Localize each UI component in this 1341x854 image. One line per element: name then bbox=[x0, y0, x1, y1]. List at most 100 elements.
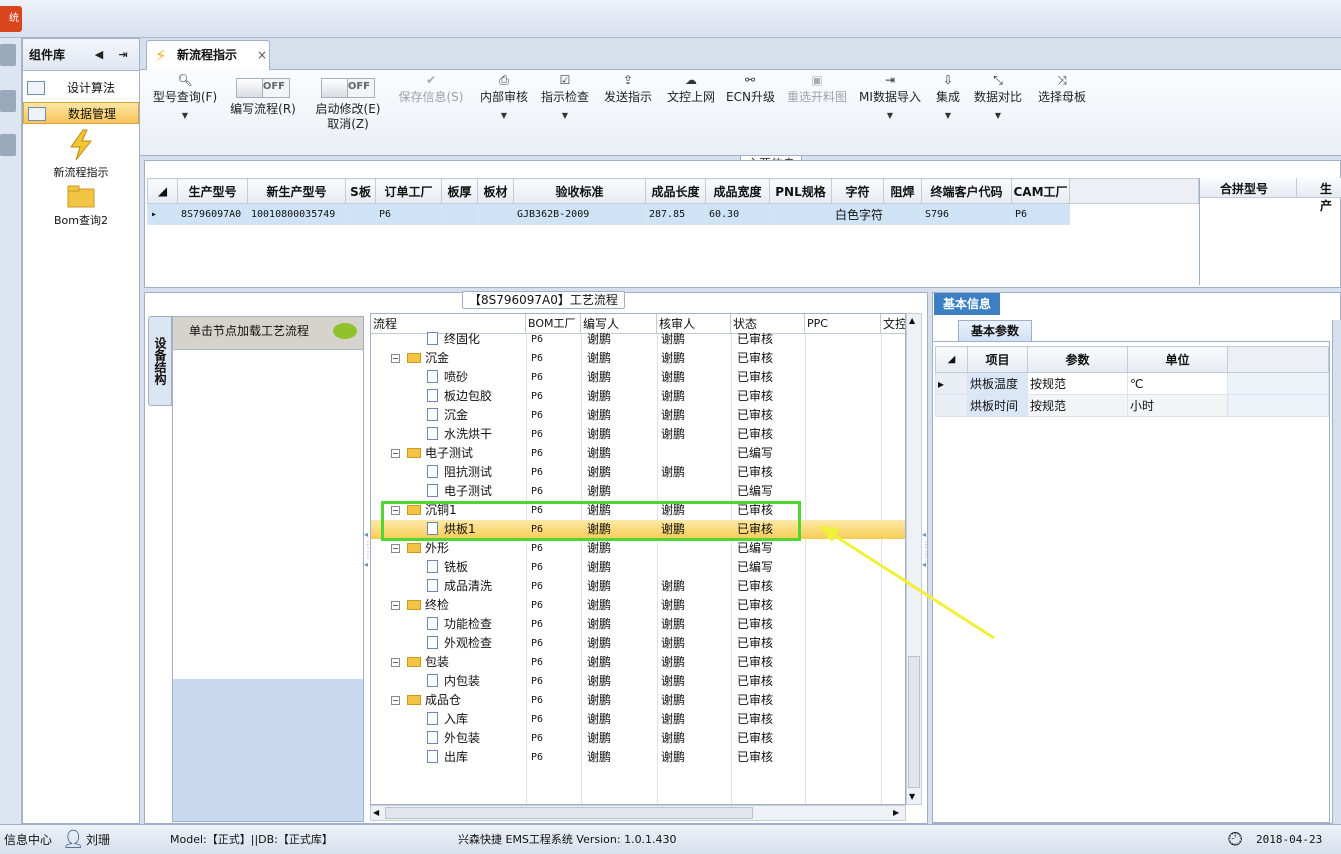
tree-row[interactable]: 内包装 P6 谢鹏 谢鹏 已审核 bbox=[371, 672, 905, 691]
main-info-table[interactable]: ◢ 生产型号 新生产型号 S板 订单工厂 板厚 板材 验收标准 成品长度 成品宽… bbox=[147, 178, 1199, 225]
tree-node[interactable]: 沉金 bbox=[427, 406, 468, 425]
edit-flow-toggle[interactable]: OFF 编写流程(R) bbox=[226, 70, 300, 117]
menu-item-data-management[interactable]: 数据管理 bbox=[23, 102, 139, 124]
column-header[interactable]: 合拼型号 bbox=[1220, 180, 1268, 197]
integrate-button[interactable]: ⇩ 集成 ▼ bbox=[932, 70, 964, 120]
type-query-button[interactable]: 🔍︎ 型号查询(F) ▼ bbox=[148, 70, 222, 120]
column-header[interactable]: 阻焊 bbox=[883, 178, 922, 204]
cell[interactable]: P6 bbox=[375, 203, 442, 225]
column-header[interactable]: 板材 bbox=[477, 178, 514, 204]
cell[interactable]: 小时 bbox=[1127, 394, 1228, 417]
cell[interactable]: S796 bbox=[921, 203, 1012, 225]
scroll-up-icon[interactable]: ▲ bbox=[909, 316, 915, 325]
scroll-thumb[interactable] bbox=[385, 807, 753, 819]
send-button[interactable]: ⇪ 发送指示 bbox=[602, 70, 654, 105]
cell[interactable]: P6 bbox=[1011, 203, 1070, 225]
cell[interactable]: 按规范 bbox=[1027, 372, 1128, 395]
column-header[interactable]: 成品长度 bbox=[645, 178, 706, 204]
tree-folder-row[interactable]: − 包装 P6 谢鹏 谢鹏 已审核 bbox=[371, 653, 905, 672]
cell[interactable]: GJB362B-2009 bbox=[513, 203, 646, 225]
shortcut-bom-query[interactable]: Bom查询2 bbox=[31, 185, 131, 228]
device-list[interactable] bbox=[173, 349, 363, 679]
tree-row[interactable]: 喷砂 P6 谢鹏 谢鹏 已审核 bbox=[371, 368, 905, 387]
tree-node[interactable]: 阻抗测试 bbox=[427, 463, 492, 482]
tree-row[interactable]: 出库 P6 谢鹏 谢鹏 已审核 bbox=[371, 748, 905, 767]
tree-row[interactable]: 入库 P6 谢鹏 谢鹏 已审核 bbox=[371, 710, 905, 729]
table-row[interactable]: 烘板时间 按规范 小时 bbox=[935, 394, 1329, 417]
tree-row[interactable]: 阻抗测试 P6 谢鹏 谢鹏 已审核 bbox=[371, 463, 905, 482]
tree-folder-row[interactable]: − 成品仓 P6 谢鹏 谢鹏 已审核 bbox=[371, 691, 905, 710]
tree-node[interactable]: 水洗烘干 bbox=[427, 425, 492, 444]
app-menu-button[interactable]: 统 bbox=[0, 6, 22, 32]
toggle-switch[interactable]: OFF bbox=[321, 78, 375, 98]
column-header[interactable]: 生产型号 bbox=[177, 178, 248, 204]
tree-node[interactable]: 板边包胶 bbox=[427, 387, 492, 406]
shortcut-new-flow[interactable]: 新流程指示 bbox=[31, 129, 131, 180]
cell[interactable]: 烘板温度 bbox=[967, 372, 1028, 395]
collapse-icon[interactable]: − bbox=[391, 601, 400, 610]
tree-folder-row[interactable]: − 电子测试 P6 谢鹏 已编写 bbox=[371, 444, 905, 463]
tab-basic-params[interactable]: 基本参数 bbox=[958, 320, 1032, 342]
table-row[interactable]: ▸ 8S796097A0 10010800035749 P6 GJB362B-2… bbox=[147, 203, 1199, 225]
tree-node[interactable]: 成品仓 bbox=[407, 691, 461, 710]
column-header[interactable]: S板 bbox=[345, 178, 376, 204]
collapse-icon[interactable]: − bbox=[391, 544, 400, 553]
tree-row[interactable]: 板边包胶 P6 谢鹏 谢鹏 已审核 bbox=[371, 387, 905, 406]
cell[interactable]: 60.30 bbox=[705, 203, 770, 225]
column-header[interactable]: 单位 bbox=[1127, 346, 1228, 373]
scroll-right-icon[interactable]: ▶ bbox=[893, 808, 899, 817]
tree-node[interactable]: 外形 bbox=[407, 539, 449, 558]
column-header[interactable]: 新生产型号 bbox=[247, 178, 346, 204]
scroll-left-icon[interactable]: ◀ bbox=[373, 808, 379, 817]
data-compare-button[interactable]: ⤡ 数据对比 ▼ bbox=[972, 70, 1024, 120]
strip-tool-icon[interactable] bbox=[0, 90, 16, 112]
column-header[interactable]: 参数 bbox=[1027, 346, 1128, 373]
cell[interactable]: ℃ bbox=[1127, 372, 1228, 395]
reselect-cut-drawing-button[interactable]: ▣ 重选开料图 bbox=[784, 70, 850, 105]
tree-row[interactable]: 终固化 P6 谢鹏 谢鹏 已审核 bbox=[371, 330, 905, 349]
pin-panel-icon[interactable]: ⇥ bbox=[117, 48, 129, 62]
cell[interactable]: 白色字符 bbox=[831, 203, 884, 225]
column-header[interactable]: 订单工厂 bbox=[375, 178, 442, 204]
tree-node[interactable]: 入库 bbox=[427, 710, 468, 729]
cell[interactable] bbox=[769, 203, 832, 225]
column-header[interactable]: PNL规格 bbox=[769, 178, 832, 204]
right-edge-splitter[interactable] bbox=[1332, 320, 1341, 824]
column-header[interactable]: CAM工厂 bbox=[1011, 178, 1070, 204]
collapse-left-icon[interactable]: ◀ bbox=[93, 48, 105, 62]
menu-item-design-algorithm[interactable]: 设计算法 bbox=[23, 77, 139, 99]
horizontal-scrollbar[interactable]: ◀ ▶ bbox=[370, 805, 906, 821]
cell[interactable]: 8S796097A0 bbox=[177, 203, 248, 225]
tree-node[interactable]: 铣板 bbox=[427, 558, 468, 577]
tree-node[interactable]: 终固化 bbox=[427, 330, 480, 349]
column-header[interactable]: 成品宽度 bbox=[705, 178, 770, 204]
tree-node[interactable]: 出库 bbox=[427, 748, 468, 767]
column-header[interactable]: 生产 bbox=[1320, 180, 1341, 214]
params-table[interactable]: ◢ 项目 参数 单位 ▸ 烘板温度 按规范 ℃ 烘板时间 按规范 小时 bbox=[935, 346, 1329, 417]
tree-node[interactable]: 终检 bbox=[407, 596, 449, 615]
cell[interactable]: 烘板时间 bbox=[967, 394, 1028, 417]
tree-row[interactable]: 电子测试 P6 谢鹏 已编写 bbox=[371, 482, 905, 501]
cell[interactable]: 10010800035749 bbox=[247, 203, 346, 225]
column-header[interactable]: 字符 bbox=[831, 178, 884, 204]
cell[interactable]: 按规范 bbox=[1027, 394, 1128, 417]
tree-node[interactable]: 外观检查 bbox=[427, 634, 492, 653]
select-master-button[interactable]: ⤨ 选择母板 bbox=[1036, 70, 1088, 105]
tree-node[interactable]: 电子测试 bbox=[427, 482, 492, 501]
tree-node[interactable]: 功能检查 bbox=[427, 615, 492, 634]
upload-online-button[interactable]: ☁ 文控上网 bbox=[666, 70, 716, 105]
internal-review-button[interactable]: ⎙ 内部审核 ▼ bbox=[476, 70, 532, 120]
tree-row[interactable]: 沉金 P6 谢鹏 谢鹏 已审核 bbox=[371, 406, 905, 425]
collapse-icon[interactable]: − bbox=[391, 449, 400, 458]
cell[interactable] bbox=[477, 203, 514, 225]
tab-basic-info[interactable]: 基本信息 bbox=[934, 293, 1000, 315]
ecn-upgrade-button[interactable]: ⚯ ECN升级 bbox=[726, 70, 775, 105]
toggle-switch[interactable]: OFF bbox=[236, 78, 290, 98]
cell[interactable] bbox=[883, 203, 922, 225]
tree-node[interactable]: 电子测试 bbox=[407, 444, 473, 463]
tree-node[interactable]: 外包装 bbox=[427, 729, 480, 748]
scroll-down-icon[interactable]: ▼ bbox=[909, 792, 915, 801]
tab-new-flow[interactable]: ⚡ 新流程指示 × bbox=[146, 40, 270, 70]
cell[interactable] bbox=[345, 203, 376, 225]
cell[interactable]: 287.85 bbox=[645, 203, 706, 225]
